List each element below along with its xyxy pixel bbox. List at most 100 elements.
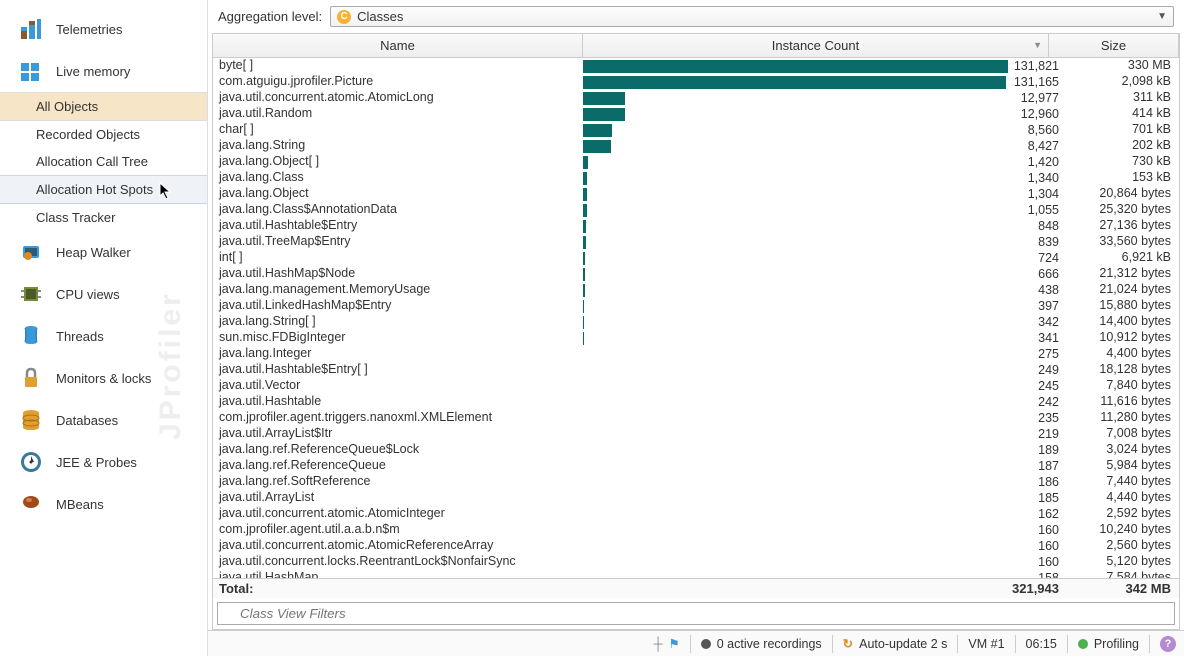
sidebar-item-telemetries[interactable]: Telemetries <box>0 8 207 50</box>
table-row[interactable]: java.util.concurrent.atomic.AtomicRefere… <box>213 538 1179 554</box>
table-row[interactable]: sun.misc.FDBigInteger34110,912 bytes <box>213 330 1179 346</box>
table-row[interactable]: java.util.ArrayList$Itr2197,008 bytes <box>213 426 1179 442</box>
table-row[interactable]: java.lang.String[ ]34214,400 bytes <box>213 314 1179 330</box>
add-icon[interactable]: ┼ <box>654 637 663 651</box>
sidebar-item-label: Recorded Objects <box>36 127 140 142</box>
table-row[interactable]: java.util.Random12,960414 kB <box>213 106 1179 122</box>
cell-count: 131,821 <box>583 58 1059 74</box>
cell-name: java.util.Hashtable$Entry[ ] <box>213 362 583 378</box>
cell-size: 701 kB <box>1059 122 1179 138</box>
cell-size: 330 MB <box>1059 58 1179 74</box>
sidebar-item-label: CPU views <box>56 287 120 302</box>
chevron-down-icon: ▼ <box>1157 11 1167 22</box>
table-row[interactable]: java.util.Hashtable24211,616 bytes <box>213 394 1179 410</box>
table-row[interactable]: java.lang.management.MemoryUsage43821,02… <box>213 282 1179 298</box>
table-row[interactable]: byte[ ]131,821330 MB <box>213 58 1179 74</box>
sidebar-item-class-tracker[interactable]: Class Tracker <box>0 204 207 231</box>
table-row[interactable]: java.lang.Integer2754,400 bytes <box>213 346 1179 362</box>
sidebar-item-allocation-call-tree[interactable]: Allocation Call Tree <box>0 148 207 175</box>
cell-count: 245 <box>583 378 1059 394</box>
table-row[interactable]: java.util.concurrent.atomic.AtomicIntege… <box>213 506 1179 522</box>
sidebar: Telemetries Live memory All Objects Reco… <box>0 0 208 656</box>
table-row[interactable]: java.lang.ref.SoftReference1867,440 byte… <box>213 474 1179 490</box>
status-profiling[interactable]: Profiling <box>1094 637 1139 651</box>
table-row[interactable]: java.util.HashMap$Node66621,312 bytes <box>213 266 1179 282</box>
cell-name: java.util.LinkedHashMap$Entry <box>213 298 583 314</box>
sidebar-item-databases[interactable]: Databases <box>0 399 207 441</box>
table-row[interactable]: com.jprofiler.agent.triggers.nanoxml.XML… <box>213 410 1179 426</box>
column-header-instance-count[interactable]: Instance Count▼ <box>583 34 1049 57</box>
cell-count: 160 <box>583 554 1059 570</box>
cell-size: 7,008 bytes <box>1059 426 1179 442</box>
sidebar-item-all-objects[interactable]: All Objects <box>0 92 207 121</box>
cell-size: 10,912 bytes <box>1059 330 1179 346</box>
cell-count: 8,560 <box>583 122 1059 138</box>
table-row[interactable]: com.jprofiler.agent.util.a.a.b.n$m16010,… <box>213 522 1179 538</box>
cell-size: 18,128 bytes <box>1059 362 1179 378</box>
status-vm[interactable]: VM #1 <box>968 637 1004 651</box>
sidebar-item-live-memory[interactable]: Live memory <box>0 50 207 92</box>
lock-icon <box>18 365 44 391</box>
filter-row: 🔍 <box>213 598 1179 629</box>
column-header-name[interactable]: Name <box>213 34 583 57</box>
sidebar-item-heap-walker[interactable]: Heap Walker <box>0 231 207 273</box>
cell-name: java.util.concurrent.locks.ReentrantLock… <box>213 554 583 570</box>
cell-size: 153 kB <box>1059 170 1179 186</box>
status-autoupdate[interactable]: Auto-update 2 s <box>859 637 947 651</box>
table-row[interactable]: java.util.concurrent.atomic.AtomicLong12… <box>213 90 1179 106</box>
table-row[interactable]: java.lang.Class1,340153 kB <box>213 170 1179 186</box>
table-row[interactable]: java.lang.Object1,30420,864 bytes <box>213 186 1179 202</box>
cell-size: 25,320 bytes <box>1059 202 1179 218</box>
cell-count: 1,055 <box>583 202 1059 218</box>
sidebar-item-mbeans[interactable]: MBeans <box>0 483 207 525</box>
table-row[interactable]: com.atguigu.jprofiler.Picture131,1652,09… <box>213 74 1179 90</box>
table-row[interactable]: java.util.Vector2457,840 bytes <box>213 378 1179 394</box>
table-row[interactable]: java.lang.ref.ReferenceQueue$Lock1893,02… <box>213 442 1179 458</box>
cell-size: 2,560 bytes <box>1059 538 1179 554</box>
database-icon <box>18 407 44 433</box>
table-row[interactable]: java.util.ArrayList1854,440 bytes <box>213 490 1179 506</box>
cell-count: 160 <box>583 538 1059 554</box>
column-header-size[interactable]: Size <box>1049 34 1179 57</box>
cell-size: 6,921 kB <box>1059 250 1179 266</box>
table-body[interactable]: byte[ ]131,821330 MBcom.atguigu.jprofile… <box>213 58 1179 578</box>
table-row[interactable]: java.util.Hashtable$Entry[ ]24918,128 by… <box>213 362 1179 378</box>
table-row[interactable]: int[ ]7246,921 kB <box>213 250 1179 266</box>
sidebar-item-label: JEE & Probes <box>56 455 137 470</box>
help-icon[interactable]: ? <box>1160 636 1176 652</box>
sidebar-item-jee-probes[interactable]: JEE & Probes <box>0 441 207 483</box>
threads-icon <box>18 323 44 349</box>
cell-count: 187 <box>583 458 1059 474</box>
cell-size: 11,616 bytes <box>1059 394 1179 410</box>
flag-icon[interactable]: ⚑ <box>669 636 680 651</box>
table-row[interactable]: java.lang.Object[ ]1,420730 kB <box>213 154 1179 170</box>
cell-count: 8,427 <box>583 138 1059 154</box>
sidebar-item-cpu-views[interactable]: CPU views <box>0 273 207 315</box>
sidebar-item-monitors-locks[interactable]: Monitors & locks <box>0 357 207 399</box>
table-row[interactable]: java.util.concurrent.locks.ReentrantLock… <box>213 554 1179 570</box>
table-row[interactable]: java.lang.String8,427202 kB <box>213 138 1179 154</box>
sidebar-item-recorded-objects[interactable]: Recorded Objects <box>0 121 207 148</box>
cell-size: 311 kB <box>1059 90 1179 106</box>
table-row[interactable]: java.lang.Class$AnnotationData1,05525,32… <box>213 202 1179 218</box>
aggregation-select[interactable]: C Classes ▼ <box>330 6 1174 27</box>
sidebar-item-threads[interactable]: Threads <box>0 315 207 357</box>
cell-name: java.util.Hashtable$Entry <box>213 218 583 234</box>
table-row[interactable]: java.util.Hashtable$Entry84827,136 bytes <box>213 218 1179 234</box>
table-row[interactable]: java.util.HashMap1587,584 bytes <box>213 570 1179 578</box>
table-row[interactable]: java.util.LinkedHashMap$Entry39715,880 b… <box>213 298 1179 314</box>
table-row[interactable]: char[ ]8,560701 kB <box>213 122 1179 138</box>
record-icon <box>701 639 711 649</box>
class-view-filter-input[interactable] <box>217 602 1175 625</box>
status-recordings[interactable]: 0 active recordings <box>717 637 822 651</box>
table-row[interactable]: java.lang.ref.ReferenceQueue1875,984 byt… <box>213 458 1179 474</box>
probes-icon <box>18 449 44 475</box>
cell-size: 730 kB <box>1059 154 1179 170</box>
table-row[interactable]: java.util.TreeMap$Entry83933,560 bytes <box>213 234 1179 250</box>
cell-name: java.lang.String <box>213 138 583 154</box>
cell-name: com.jprofiler.agent.triggers.nanoxml.XML… <box>213 410 583 426</box>
aggregation-value: Classes <box>357 9 403 24</box>
sidebar-item-allocation-hot-spots[interactable]: Allocation Hot Spots <box>0 175 207 204</box>
sort-desc-icon: ▼ <box>1033 40 1042 50</box>
sidebar-item-label: MBeans <box>56 497 104 512</box>
